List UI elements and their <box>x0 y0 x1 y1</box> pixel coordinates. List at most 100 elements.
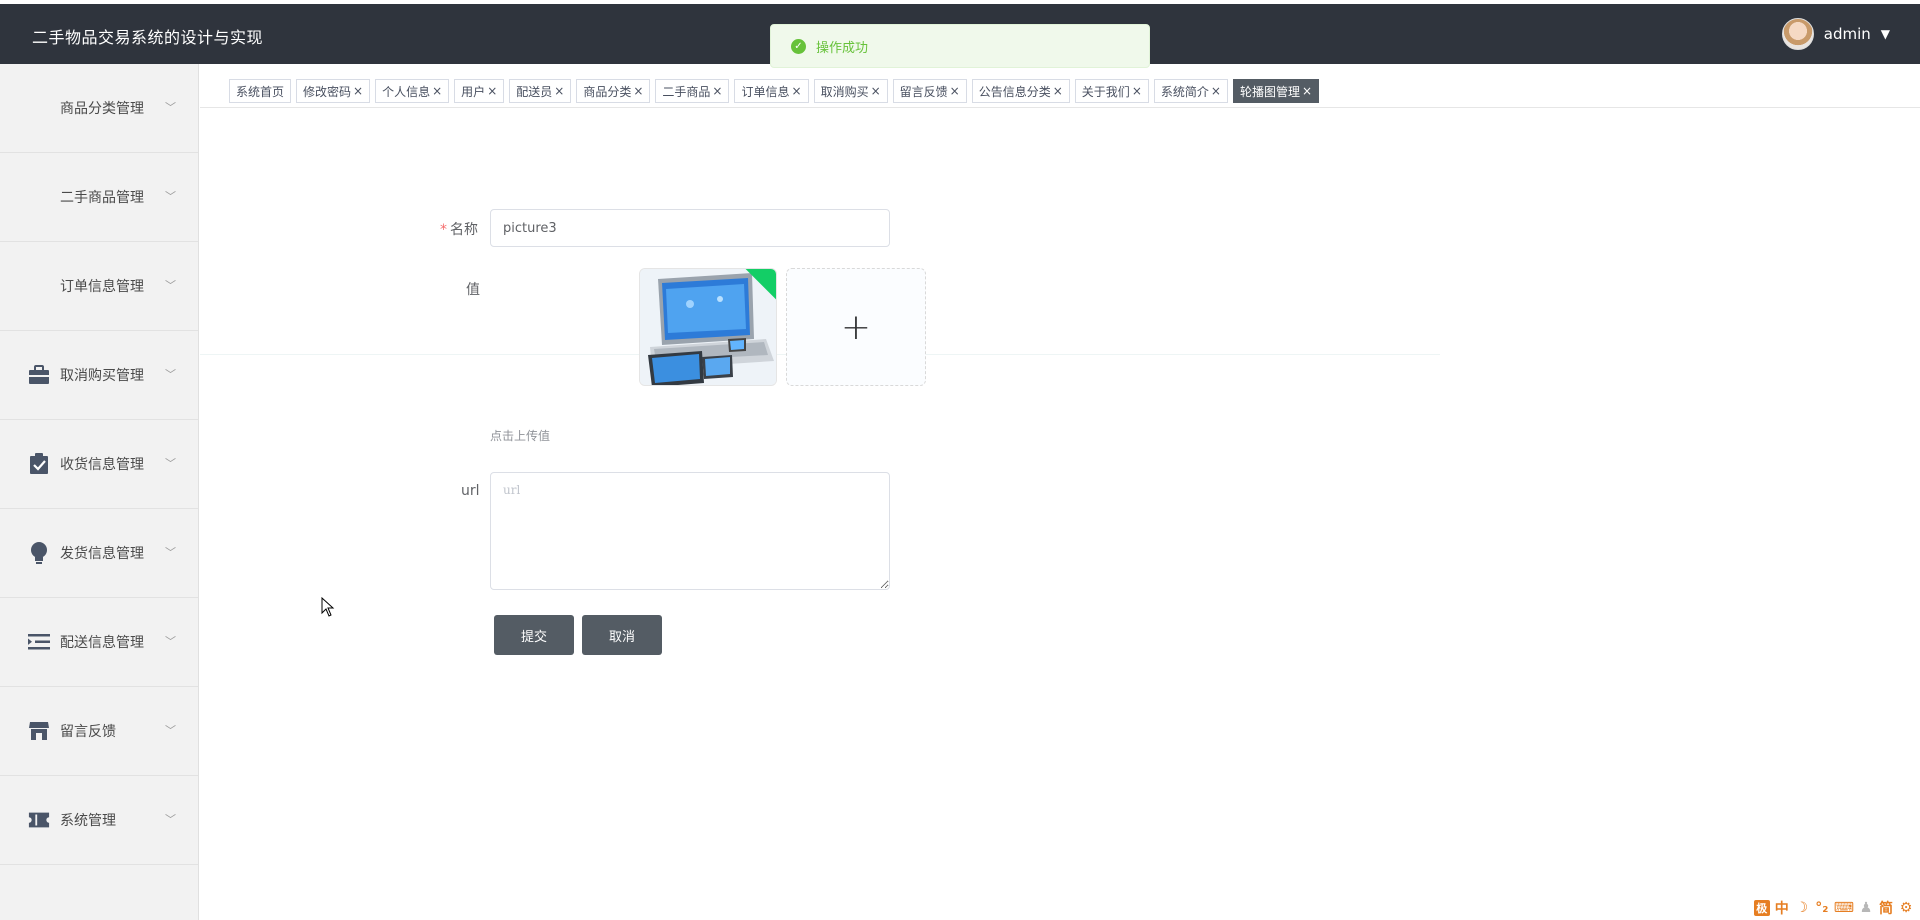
chevron-down-icon: ﹀ <box>165 813 176 827</box>
tab-label: 取消购买 <box>820 84 869 99</box>
tab-profile[interactable]: 个人信息 × <box>375 79 450 103</box>
tab-couriers[interactable]: 配送员 × <box>509 79 572 103</box>
ime-toolbar: 极 中 ☽ °₂ ⌨ ♟ 简 ⚙ <box>1753 898 1914 918</box>
chevron-down-icon: ﹀ <box>165 546 176 560</box>
tab-label: 修改密码 <box>303 84 352 99</box>
tab-users[interactable]: 用户 × <box>454 79 505 103</box>
close-icon[interactable]: × <box>432 84 442 98</box>
lightbulb-icon <box>28 542 50 564</box>
list-indent-icon <box>28 631 50 653</box>
ime-logo-icon[interactable]: 极 <box>1753 900 1770 916</box>
caret-down-icon[interactable]: ▼ <box>1881 27 1890 41</box>
success-toast: ✓ 操作成功 <box>770 24 1150 68</box>
close-icon[interactable]: × <box>1211 84 1221 98</box>
tab-system-intro[interactable]: 系统简介 × <box>1153 79 1228 103</box>
sidebar-item-label: 收货信息管理 <box>60 457 144 473</box>
sidebar-item-label: 二手商品管理 <box>60 190 144 206</box>
sidebar-item-delivery[interactable]: 配送信息管理 ﹀ <box>0 598 198 687</box>
mouse-cursor-icon <box>321 597 335 617</box>
tab-cancel-purchase[interactable]: 取消购买 × <box>813 79 888 103</box>
close-icon[interactable]: × <box>712 84 722 98</box>
tab-feedback[interactable]: 留言反馈 × <box>892 79 967 103</box>
chevron-down-icon: ﹀ <box>165 724 176 738</box>
tab-change-password[interactable]: 修改密码 × <box>296 79 371 103</box>
ime-user-icon[interactable]: ♟ <box>1858 900 1874 916</box>
name-label-text: 名称 <box>450 222 478 238</box>
close-icon[interactable]: × <box>950 84 960 98</box>
sidebar: 商品分类管理 ﹀ 二手商品管理 ﹀ 订单信息管理 ﹀ 取消购买管理 ﹀ 收货信息… <box>0 64 199 920</box>
sidebar-item-label: 发货信息管理 <box>60 546 144 562</box>
tab-label: 订单信息 <box>741 84 790 99</box>
tab-goods-category[interactable]: 商品分类 × <box>576 79 651 103</box>
chevron-down-icon: ﹀ <box>165 190 176 204</box>
chevron-down-icon: ﹀ <box>165 101 176 115</box>
user-name[interactable]: admin <box>1824 25 1871 43</box>
tabs-divider <box>200 107 1920 108</box>
sidebar-item-category[interactable]: 商品分类管理 ﹀ <box>0 64 198 153</box>
required-mark: * <box>440 222 447 238</box>
url-label: url <box>461 483 480 499</box>
url-textarea[interactable] <box>490 472 890 590</box>
sidebar-item-system[interactable]: 系统管理 ﹀ <box>0 776 198 865</box>
sidebar-item-label: 商品分类管理 <box>60 101 144 117</box>
ime-chinese-mode-icon[interactable]: 中 <box>1774 898 1790 918</box>
close-icon[interactable]: × <box>633 84 643 98</box>
app-title: 二手物品交易系统的设计与实现 <box>32 28 264 47</box>
cancel-button[interactable]: 取消 <box>582 615 662 655</box>
close-icon[interactable]: × <box>1132 84 1142 98</box>
chevron-down-icon: ﹀ <box>165 368 176 382</box>
sidebar-item-label: 配送信息管理 <box>60 635 144 651</box>
tab-orders[interactable]: 订单信息 × <box>734 79 809 103</box>
laptop-tablet-image <box>640 269 776 385</box>
tab-used-goods[interactable]: 二手商品 × <box>655 79 730 103</box>
sidebar-item-goods[interactable]: 二手商品管理 ﹀ <box>0 153 198 242</box>
tab-about-us[interactable]: 关于我们 × <box>1074 79 1149 103</box>
tab-home[interactable]: 系统首页 <box>229 79 292 103</box>
store-icon <box>28 720 50 742</box>
ime-moon-icon[interactable]: ☽ <box>1794 900 1810 916</box>
tab-notice-category[interactable]: 公告信息分类 × <box>971 79 1070 103</box>
upload-plus-button[interactable]: + <box>786 268 926 386</box>
close-icon[interactable]: × <box>1053 84 1063 98</box>
close-icon[interactable]: × <box>792 84 802 98</box>
ime-punctuation-icon[interactable]: °₂ <box>1814 900 1830 916</box>
ime-simplified-icon[interactable]: 简 <box>1878 898 1894 918</box>
sidebar-item-feedback[interactable]: 留言反馈 ﹀ <box>0 687 198 776</box>
submit-button[interactable]: 提交 <box>494 615 574 655</box>
sidebar-item-shipping[interactable]: 发货信息管理 ﹀ <box>0 509 198 598</box>
close-icon[interactable]: × <box>353 84 363 98</box>
name-label: * 名称 <box>440 219 478 239</box>
clipboard-check-icon <box>28 453 50 475</box>
close-icon[interactable]: × <box>487 84 497 98</box>
uploaded-image-thumbnail[interactable] <box>639 268 777 386</box>
close-icon[interactable]: × <box>554 84 564 98</box>
sidebar-item-receiving[interactable]: 收货信息管理 ﹀ <box>0 420 198 509</box>
tab-label: 系统首页 <box>236 84 285 99</box>
tab-label: 二手商品 <box>662 84 711 99</box>
sidebar-item-orders[interactable]: 订单信息管理 ﹀ <box>0 242 198 331</box>
sidebar-item-label: 订单信息管理 <box>60 279 144 295</box>
ime-keyboard-icon[interactable]: ⌨ <box>1834 900 1854 916</box>
close-icon[interactable]: × <box>1302 84 1312 98</box>
grid-icon <box>28 97 50 119</box>
sidebar-item-label: 取消购买管理 <box>60 368 144 384</box>
tab-label: 配送员 <box>516 84 553 99</box>
tab-carousel[interactable]: 轮播图管理 × <box>1232 79 1320 103</box>
ticket-icon <box>28 809 50 831</box>
tab-label: 系统简介 <box>1160 84 1209 99</box>
briefcase-icon <box>28 364 50 386</box>
value-label: 值 <box>466 282 480 298</box>
tab-label: 个人信息 <box>382 84 431 99</box>
name-input[interactable] <box>490 209 890 247</box>
ime-settings-icon[interactable]: ⚙ <box>1898 900 1914 916</box>
sidebar-item-label: 留言反馈 <box>60 724 116 740</box>
tab-label: 公告信息分类 <box>978 84 1051 99</box>
user-menu[interactable]: admin ▼ <box>1781 18 1890 50</box>
avatar[interactable] <box>1781 18 1814 50</box>
sidebar-item-cancel-purchase[interactable]: 取消购买管理 ﹀ <box>0 331 198 420</box>
close-icon[interactable]: × <box>871 84 881 98</box>
upload-tip: 点击上传值 <box>490 429 551 443</box>
tab-label: 留言反馈 <box>899 84 948 99</box>
tab-label: 商品分类 <box>583 84 632 99</box>
tab-label: 轮播图管理 <box>1239 84 1300 99</box>
